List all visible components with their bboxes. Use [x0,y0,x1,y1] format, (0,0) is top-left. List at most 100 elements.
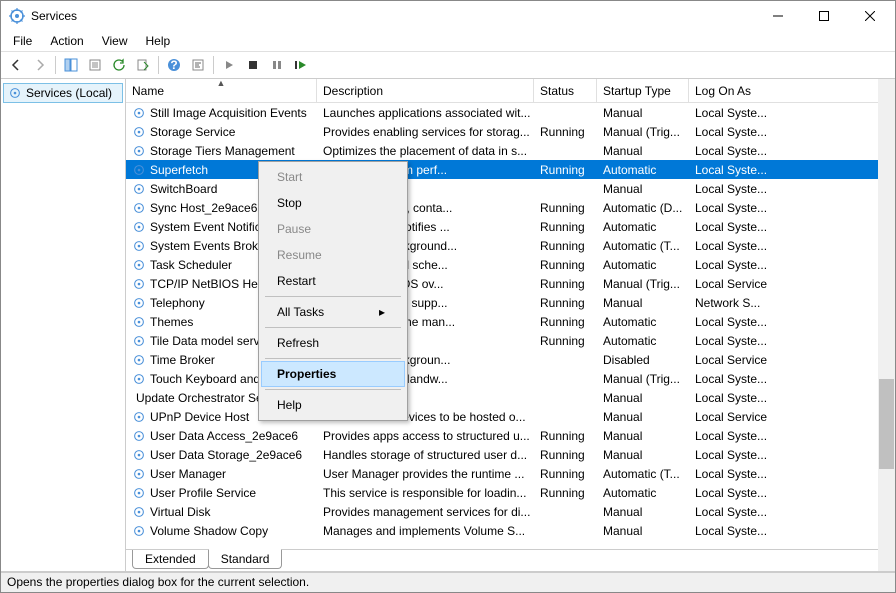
service-row[interactable]: Virtual DiskProvides management services… [126,502,895,521]
service-icon [132,429,146,443]
menu-item-refresh[interactable]: Refresh [261,330,405,356]
service-row[interactable]: System Events Broker xecution of backgro… [126,236,895,255]
properties-button[interactable] [187,54,209,76]
service-name: User Data Storage_2e9ace6 [150,448,302,462]
service-row[interactable]: User Data Storage_2e9ace6 Handles storage… [126,445,895,464]
service-name: User Profile Service [150,486,256,500]
menu-item-stop[interactable]: Stop [261,190,405,216]
menu-item-all-tasks[interactable]: All Tasks▸ [261,299,405,325]
minimize-button[interactable] [755,1,801,31]
column-header-name[interactable]: Name▲ [126,79,317,102]
export-button[interactable] [84,54,106,76]
toolbar-separator [158,56,159,74]
service-status: Running [540,429,585,443]
tab-standard[interactable]: Standard [208,549,283,569]
tree-node-services-local[interactable]: Services (Local) [3,83,123,103]
restart-service-button[interactable] [290,54,312,76]
service-row[interactable]: Telephony hony API (TAPI) supp...Running… [126,293,895,312]
service-row[interactable]: TCP/IP NetBIOS Helper rt for the NetBIOS… [126,274,895,293]
service-row[interactable]: Sync Host_2e9ace6 nchronizes mail, conta… [126,198,895,217]
forward-button[interactable] [29,54,51,76]
service-startup: Automatic [603,220,656,234]
service-description: Provides enabling services for storag... [323,125,530,139]
menu-item-label: Resume [277,248,322,262]
service-row[interactable]: System Event Notification m events and n… [126,217,895,236]
refresh-button[interactable] [108,54,130,76]
service-name: UPnP Device Host [150,410,249,424]
vertical-scrollbar[interactable] [878,79,895,571]
service-startup: Automatic [603,315,656,329]
stop-service-button[interactable] [242,54,264,76]
service-rows: Still Image Acquisition EventsLaunches a… [126,103,895,549]
column-header-startup[interactable]: Startup Type [597,79,689,102]
service-name: Superfetch [150,163,208,177]
service-icon [132,410,146,424]
column-header-description[interactable]: Description [317,79,534,102]
toolbar-separator [213,56,214,74]
service-row[interactable]: Themes experience theme man...RunningAut… [126,312,895,331]
service-icon [132,524,146,538]
service-logon: Local Service [695,277,767,291]
service-row[interactable]: SwitchBoardManualLocal Syste... [126,179,895,198]
service-row[interactable]: Volume Shadow CopyManages and implements… [126,521,895,540]
service-row[interactable]: Update Orchestrator Service for Win...Us… [126,388,895,407]
service-status: Running [540,220,585,234]
menu-action[interactable]: Action [42,32,91,50]
service-icon [132,448,146,462]
service-row[interactable]: User ManagerUser Manager provides the ru… [126,464,895,483]
toolbar: ? [1,51,895,79]
export-list-button[interactable] [132,54,154,76]
menu-item-restart[interactable]: Restart [261,268,405,294]
menu-help[interactable]: Help [138,32,179,50]
service-description: User Manager provides the runtime ... [323,467,524,481]
service-row[interactable]: Tile Data model server tile updates.Runn… [126,331,895,350]
service-description: Launches applications associated wit... [323,106,530,120]
service-startup: Manual [603,391,642,405]
column-header-status[interactable]: Status [534,79,597,102]
start-service-button[interactable] [218,54,240,76]
pause-service-button[interactable] [266,54,288,76]
service-row[interactable]: Task Scheduler to configure and sche...R… [126,255,895,274]
service-row[interactable]: User Profile ServiceThis service is resp… [126,483,895,502]
service-row[interactable]: Time Broker xecution of backgroun...Disa… [126,350,895,369]
column-header-logon[interactable]: Log On As [689,79,895,102]
service-row[interactable]: User Data Access_2e9ace6Provides apps ac… [126,426,895,445]
service-startup: Manual [603,505,642,519]
menu-item-help[interactable]: Help [261,392,405,418]
service-icon [132,296,146,310]
service-icon [132,163,146,177]
service-startup: Manual (Trig... [603,372,680,386]
service-row[interactable]: Storage Tiers ManagementOptimizes the pl… [126,141,895,160]
menu-item-resume: Resume [261,242,405,268]
body: Services (Local) Name▲ Description Statu… [1,79,895,572]
service-description: Provides apps access to structured u... [323,429,530,443]
menu-separator [265,296,401,297]
menu-file[interactable]: File [5,32,40,50]
service-description: Handles storage of structured user d... [323,448,527,462]
window-title: Services [31,9,755,23]
service-name: Telephony [150,296,205,310]
service-row[interactable]: Storage ServiceProvides enabling service… [126,122,895,141]
back-button[interactable] [5,54,27,76]
help-button[interactable]: ? [163,54,185,76]
scrollbar-thumb[interactable] [879,379,894,469]
service-status: Running [540,277,585,291]
menu-item-pause: Pause [261,216,405,242]
service-logon: Local Syste... [695,429,767,443]
service-row[interactable]: UPnP Device HostAllows UPnP devices to b… [126,407,895,426]
menu-view[interactable]: View [94,32,136,50]
service-row[interactable]: Touch Keyboard and Hanc Keyboard and Han… [126,369,895,388]
status-bar: Opens the properties dialog box for the … [1,572,895,592]
service-row[interactable]: Superfetch improves system perf...Runnin… [126,160,895,179]
service-startup: Manual (Trig... [603,125,680,139]
close-button[interactable] [847,1,893,31]
service-logon: Local Syste... [695,182,767,196]
service-row[interactable]: Still Image Acquisition EventsLaunches a… [126,103,895,122]
maximize-button[interactable] [801,1,847,31]
service-startup: Manual [603,182,642,196]
tab-extended[interactable]: Extended [132,550,209,569]
service-startup: Manual [603,448,642,462]
show-hide-tree-button[interactable] [60,54,82,76]
menu-item-properties[interactable]: Properties [261,361,405,387]
menu-item-start: Start [261,164,405,190]
